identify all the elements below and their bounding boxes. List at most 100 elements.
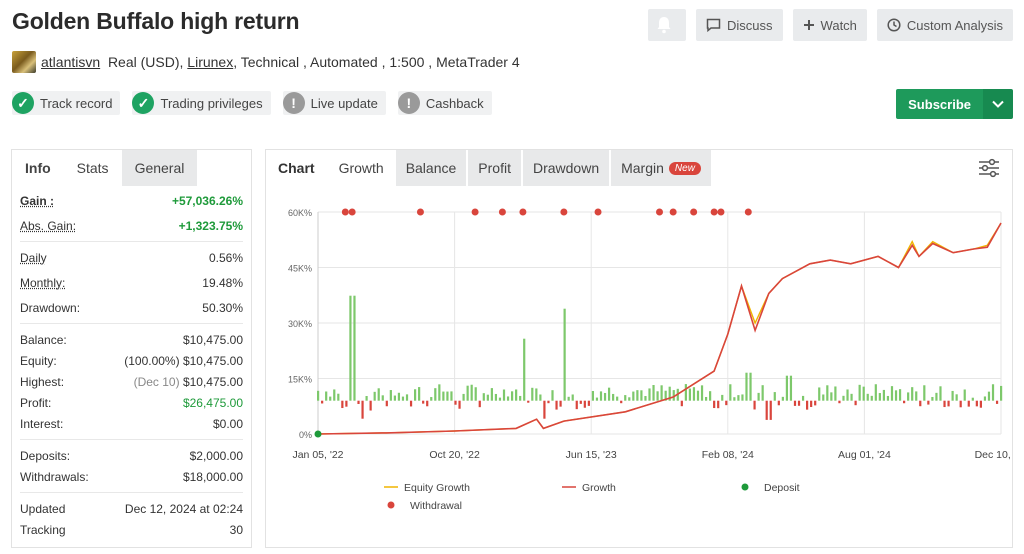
profit-bar (979, 400, 982, 408)
tab-stats[interactable]: Stats (64, 150, 122, 186)
profit-bar (725, 400, 728, 406)
profit-bar (898, 389, 902, 401)
custom-analysis-button[interactable]: Custom Analysis (876, 9, 1013, 41)
stat-gain: Gain : +57,036.26% (20, 190, 243, 211)
profit-bar (713, 400, 716, 409)
tab-chart[interactable]: Chart (266, 150, 327, 186)
profit-bar (995, 400, 999, 404)
x-tick-label: Feb 08, '24 (702, 449, 754, 461)
profit-bar (401, 396, 405, 401)
stat-label: Interest: (20, 416, 64, 431)
stat-equity: Equity: (100.00%) $10,475.00 (20, 350, 243, 371)
stat-label[interactable]: Monthly: (20, 276, 65, 290)
subscribe-button[interactable]: Subscribe (896, 89, 983, 119)
subscribe-dropdown-button[interactable] (983, 89, 1013, 119)
tab-drawdown[interactable]: Drawdown (522, 150, 610, 186)
watch-button[interactable]: Watch (792, 9, 867, 41)
chart-panel: Chart Growth Balance Profit Drawdown Mar… (265, 149, 1013, 548)
profit-bar (458, 400, 461, 409)
withdrawal-marker (717, 208, 725, 216)
stat-label[interactable]: Abs. Gain: (20, 219, 76, 233)
broker-link[interactable]: Lirunex (187, 54, 233, 70)
tab-profit[interactable]: Profit (468, 150, 521, 186)
x-tick-label: Jun 15, '23 (566, 449, 617, 461)
avatar[interactable] (12, 51, 36, 73)
stat-label: Tracking (20, 522, 66, 537)
stat-label: Drawdown: (20, 300, 81, 315)
profit-bar (341, 400, 344, 409)
settings-sliders-icon[interactable] (978, 158, 1000, 178)
profit-bar (975, 400, 978, 407)
withdrawal-marker (594, 208, 602, 216)
watch-label: Watch (820, 17, 857, 33)
profit-bar (490, 388, 493, 401)
stat-value: 30 (229, 522, 243, 537)
profit-bar (385, 400, 388, 407)
account-info: atlantisvn Real (USD), Lirunex , Technic… (12, 51, 520, 73)
plus-icon (803, 20, 814, 30)
profit-bar (830, 392, 833, 401)
stat-label[interactable]: Daily (20, 251, 47, 265)
profit-bar (422, 400, 425, 404)
page-title: Golden Buffalo high return (12, 8, 300, 34)
profit-bar (947, 400, 950, 407)
profit-bar (890, 386, 894, 401)
withdrawal-marker (710, 208, 718, 216)
check-icon: ✓ (12, 92, 34, 114)
tab-growth[interactable]: Growth (328, 150, 394, 186)
profit-bar (769, 400, 772, 420)
stat-value: 19.48% (202, 275, 243, 290)
tab-margin-label: Margin (621, 160, 664, 176)
notify-button[interactable] (648, 9, 687, 41)
discuss-button[interactable]: Discuss (696, 9, 783, 41)
withdrawal-marker (471, 208, 479, 216)
tab-general[interactable]: General (121, 150, 198, 186)
profit-bar (765, 400, 768, 420)
badge-track-record[interactable]: ✓ Track record (12, 91, 121, 115)
profit-bar (911, 387, 914, 401)
chart-lines (317, 222, 1002, 435)
profit-bar (640, 390, 643, 401)
stats-panel: Info Stats General Gain : +57,036.26% Abs… (11, 149, 252, 548)
profit-bar (506, 396, 510, 401)
badge-live-update[interactable]: ! Live update (282, 91, 386, 115)
profit-bar (446, 391, 449, 401)
legend-deposit-swatch (741, 483, 749, 491)
profit-bar (317, 390, 320, 401)
chart-tabs: Chart Growth Balance Profit Drawdown Mar… (266, 150, 1012, 186)
profit-bar (854, 400, 857, 406)
profit-bar (834, 386, 837, 401)
profit-bar (571, 394, 574, 401)
withdrawal-marker (341, 208, 349, 216)
profit-bar (700, 385, 704, 401)
profit-bar (903, 400, 906, 404)
withdrawal-marker (744, 208, 752, 216)
profit-bar (450, 391, 453, 401)
profit-bar (434, 388, 437, 401)
stat-label[interactable]: Gain : (20, 194, 54, 208)
withdrawal-marker (348, 208, 356, 216)
y-tick-label: 15K% (288, 375, 312, 385)
profit-bar (733, 397, 736, 401)
stat-label: Profit: (20, 395, 52, 410)
tab-info[interactable]: Info (12, 150, 64, 186)
badge-cashback[interactable]: ! Cashback (397, 91, 492, 115)
y-tick-label: 30K% (288, 319, 312, 329)
stat-label: Withdrawals: (20, 469, 89, 484)
tab-margin[interactable]: Margin New (611, 150, 711, 186)
profit-bar (583, 400, 586, 408)
profit-bar (595, 397, 599, 401)
profit-bar (591, 391, 595, 401)
badge-label: Live update (310, 95, 378, 111)
profit-bar (987, 391, 991, 401)
user-link[interactable]: atlantisvn (41, 54, 100, 70)
profit-bar (603, 392, 607, 401)
profit-bar (935, 392, 938, 401)
profit-bar (696, 390, 700, 401)
badge-trading-privileges[interactable]: ✓ Trading privileges (132, 91, 271, 115)
chevron-down-icon (992, 100, 1004, 108)
tab-balance[interactable]: Balance (395, 150, 467, 186)
profit-bar (353, 295, 356, 401)
profit-bar (656, 391, 659, 401)
withdrawal-marker (560, 208, 568, 216)
